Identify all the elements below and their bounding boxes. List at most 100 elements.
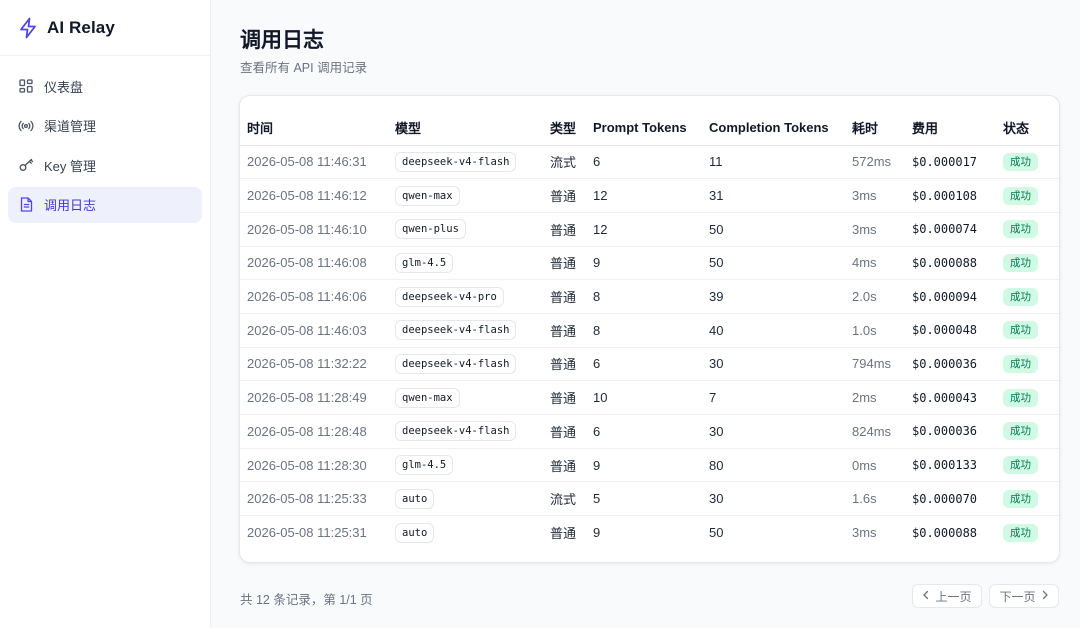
table-row[interactable]: 2026-05-08 11:46:10 qwen-plus 普通 12 50 3ms $0.… (240, 212, 1059, 247)
document-icon (18, 197, 34, 213)
table-row[interactable]: 2026-05-08 11:28:48 deepseek-v4-flash 普通 6 3… (240, 414, 1059, 449)
log-time: 2026-05-08 11:46:06 (240, 279, 395, 314)
log-cost: $0.000108 (912, 178, 1003, 213)
log-duration: 3ms (852, 178, 912, 213)
page-title: 调用日志 (240, 29, 324, 52)
status-cell: 成功 (1003, 380, 1059, 415)
sidebar-item-logs[interactable]: 调用日志 (8, 186, 202, 223)
prev-page-label: 上一页 (935, 589, 972, 604)
log-completion-tokens: 50 (709, 246, 852, 281)
app-name: AI Relay (47, 17, 115, 37)
log-completion-tokens: 50 (709, 525, 724, 541)
model-cell: deepseek-v4-flash (395, 145, 550, 180)
log-prompt-tokens: 5 (593, 481, 709, 517)
log-completion-tokens: 30 (709, 347, 852, 382)
log-type: 普通 (550, 380, 593, 415)
log-completion-tokens: 30 (709, 481, 852, 517)
log-time: 2026-05-08 11:25:33 (240, 481, 395, 517)
model-cell: deepseek-v4-pro (395, 279, 550, 314)
table-row[interactable]: 2026-05-08 11:25:31 auto 普通 9 50 3ms $0.000088… (240, 516, 1059, 550)
model-chip: auto (395, 488, 435, 509)
sidebar-item-keys[interactable]: Key 管理 (8, 147, 202, 183)
status-cell: 成功 (1003, 212, 1059, 247)
sidebar-item-label: 调用日志 (44, 198, 97, 213)
status-cell: 成功 (1003, 481, 1059, 517)
next-page-button[interactable]: 下一页 (989, 584, 1059, 608)
log-prompt-tokens: 8 (593, 313, 709, 348)
log-completion-tokens: 31 (709, 178, 852, 213)
column-header-completion-tokens: Completion Tokens (709, 96, 852, 146)
table-row[interactable]: 2026-05-08 11:28:30 glm-4.5 普通 9 80 0ms $0.000… (240, 448, 1059, 483)
log-prompt-tokens: 10 (593, 380, 709, 415)
model-cell: auto (395, 516, 550, 550)
log-completion-tokens: 11 (709, 145, 852, 180)
table-row[interactable]: 2026-05-08 11:28:49 qwen-max 普通 10 7 2ms $0.00… (240, 380, 1059, 415)
log-type: 普通 (550, 178, 593, 213)
log-type: 普通 (550, 448, 593, 483)
log-duration: 1.0s (852, 313, 912, 348)
log-type: 普通 (550, 526, 577, 542)
model-chip: deepseek-v4-flash (395, 421, 517, 442)
log-prompt-tokens: 6 (593, 145, 709, 180)
log-prompt-tokens: 9 (593, 525, 601, 541)
column-header-time: 时间 (240, 96, 395, 146)
chevron-right-icon (1041, 590, 1049, 603)
status-badge: 成功 (1003, 422, 1038, 441)
pagination-summary: 共 12 条记录，第 1/1 页 (240, 593, 373, 607)
model-chip: qwen-max (395, 185, 460, 206)
model-cell: qwen-max (395, 380, 550, 415)
sidebar-nav: 仪表盘 渠道管理 Key 管理 调用日志 (0, 56, 210, 223)
status-cell: 成功 (1003, 448, 1059, 483)
lightning-bolt-icon (18, 17, 38, 39)
next-page-label: 下一页 (999, 589, 1036, 604)
status-cell: 成功 (1003, 313, 1059, 348)
log-type: 流式 (550, 145, 593, 180)
main-content: 调用日志 查看所有 API 调用记录 时间 模型 类型 Prompt Token… (211, 0, 1080, 628)
log-completion-tokens: 40 (709, 313, 852, 348)
table-row[interactable]: 2026-05-08 11:25:33 auto 流式 5 30 1.6s $0.00007… (240, 481, 1059, 517)
model-cell: glm-4.5 (395, 448, 550, 483)
log-prompt-tokens: 9 (593, 246, 709, 281)
column-header-duration: 耗时 (852, 96, 912, 146)
table-row[interactable]: 2026-05-08 11:46:03 deepseek-v4-flash 普通 8 4… (240, 313, 1059, 348)
column-header-cost: 费用 (912, 96, 1003, 146)
log-duration: 824ms (852, 414, 912, 449)
sidebar-item-dashboard[interactable]: 仪表盘 (8, 68, 202, 104)
table-row[interactable]: 2026-05-08 11:46:12 qwen-max 普通 12 31 3ms $0.0… (240, 178, 1059, 213)
status-badge: 成功 (1003, 523, 1038, 542)
logs-table-card: 时间 模型 类型 Prompt Tokens Completion Tokens… (239, 95, 1060, 563)
table-row[interactable]: 2026-05-08 11:46:08 glm-4.5 普通 9 50 4ms $0.000… (240, 246, 1059, 281)
table-row[interactable]: 2026-05-08 11:46:31 deepseek-v4-flash 流式 6 1… (240, 145, 1059, 180)
log-duration: 2.0s (852, 279, 912, 314)
log-prompt-tokens: 9 (593, 448, 709, 483)
status-badge: 成功 (1003, 220, 1038, 239)
log-time: 2026-05-08 11:28:30 (240, 448, 395, 483)
model-chip: deepseek-v4-flash (395, 151, 517, 172)
log-type: 普通 (550, 347, 593, 382)
log-cost: $0.000088 (912, 246, 1003, 281)
table-row[interactable]: 2026-05-08 11:32:22 deepseek-v4-flash 普通 6 3… (240, 347, 1059, 382)
sidebar-item-channels[interactable]: 渠道管理 (8, 108, 202, 144)
prev-page-button[interactable]: 上一页 (912, 584, 982, 608)
log-cost: $0.000043 (912, 380, 1003, 415)
log-time: 2026-05-08 11:25:31 (247, 525, 367, 541)
log-prompt-tokens: 6 (593, 414, 709, 449)
log-time: 2026-05-08 11:46:12 (240, 178, 395, 213)
column-header-model: 模型 (395, 96, 550, 146)
log-completion-tokens: 80 (709, 448, 852, 483)
model-chip: glm-4.5 (395, 252, 454, 273)
log-cost: $0.000048 (912, 313, 1003, 348)
status-cell: 成功 (1003, 414, 1059, 449)
column-header-type: 类型 (550, 96, 593, 146)
broadcast-icon (18, 118, 34, 134)
status-badge: 成功 (1003, 287, 1038, 306)
table-row[interactable]: 2026-05-08 11:46:06 deepseek-v4-pro 普通 8 39 2… (240, 279, 1059, 314)
log-type: 普通 (550, 212, 593, 247)
brand[interactable]: AI Relay (0, 0, 210, 56)
log-time: 2026-05-08 11:46:10 (240, 212, 395, 247)
log-cost: $0.000036 (912, 414, 1003, 449)
log-completion-tokens: 30 (709, 414, 852, 449)
column-header-prompt-tokens: Prompt Tokens (593, 96, 709, 146)
log-prompt-tokens: 6 (593, 347, 709, 382)
log-duration: 2ms (852, 380, 912, 415)
